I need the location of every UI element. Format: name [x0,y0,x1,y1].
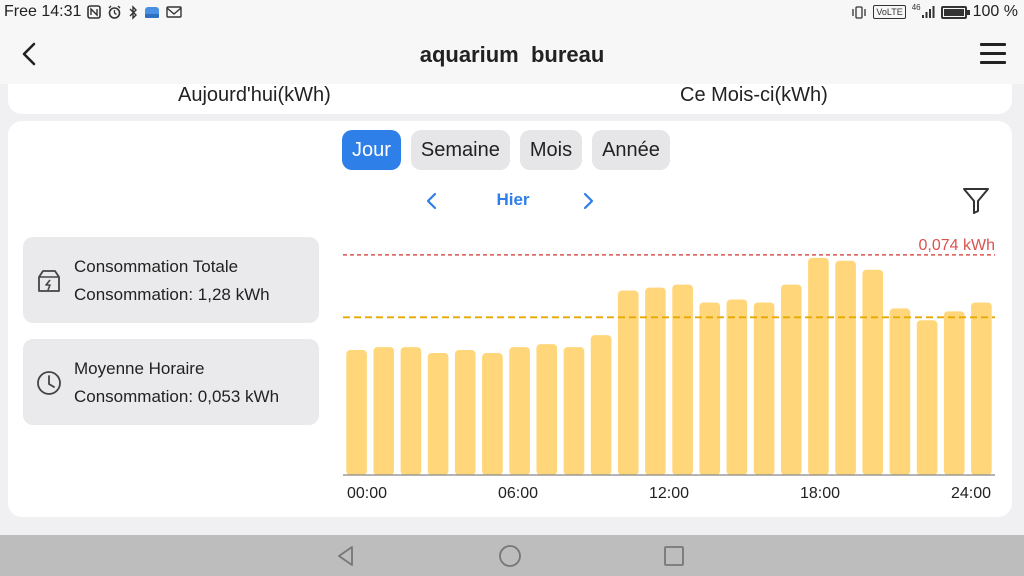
battery-fill [943,8,964,16]
alarm-icon [107,5,122,20]
chart-bar [373,347,395,475]
chart-bar [862,269,884,475]
chart-bar [943,311,965,475]
chart-bar [590,335,612,475]
battery-text: 100 % [972,3,1018,20]
consumption-card: Jour Semaine Mois Année Hier Consommatio… [8,121,1012,517]
system-nav-bar [0,535,1024,576]
chart-bar [835,260,856,475]
filter-icon[interactable] [960,185,992,217]
status-bar: Free 14:31 VoLTE 46 100 % [0,0,1024,26]
vibrate-icon [851,5,867,20]
chart-bar [454,350,476,475]
hamburger-menu-icon[interactable] [980,43,1006,65]
chart-bar [753,302,775,475]
hourly-consumption-chart: 0,074 kWh 00:00 06:00 12:00 18:00 24:00 [343,237,995,502]
tab-mois[interactable]: Mois [519,130,583,170]
stat-hourly-title: Moyenne Horaire [74,359,205,378]
chart-bar [536,344,558,475]
energy-box-icon [35,267,63,295]
chart-bar [672,284,693,475]
chart-bar [346,350,367,475]
bluetooth-icon [128,4,138,20]
date-navigator: Hier [418,187,608,215]
chart-bar [699,302,721,475]
signal-icon: 46 [911,2,935,19]
battery-icon [940,5,970,19]
tab-annee[interactable]: Année [592,130,670,170]
chart-bar [726,299,748,475]
summary-card: Aujourd'hui(kWh) Ce Mois-ci(kWh) [8,84,1012,114]
month-label: Ce Mois-ci(kWh) [680,84,828,106]
triangle-back-icon[interactable] [334,544,358,568]
period-tabs: Jour Semaine Mois Année [342,130,670,170]
chart-bar [971,302,992,475]
chart-bar [400,347,422,475]
gmail-icon [166,5,183,19]
x-tick-label: 06:00 [498,485,538,502]
x-tick-label: 00:00 [347,485,387,502]
chart-bar [482,353,503,475]
stat-hourly: Moyenne Horaire Consommation: 0,053 kWh [23,339,319,425]
stat-total-title: Consommation Totale [74,257,239,276]
stat-total: Consommation Totale Consommation: 1,28 k… [23,237,319,323]
chart-bar [509,347,530,475]
page-title: aquarium bureau [419,42,605,67]
chart-bar [645,287,666,475]
volte-indicator: VoLTE [873,5,906,19]
tab-jour[interactable]: Jour [342,130,401,170]
nfc-icon [87,5,102,19]
chart-bar [427,353,449,475]
square-recents-icon[interactable] [662,544,686,568]
tab-semaine[interactable]: Semaine [410,130,510,170]
stat-hourly-value: Consommation: 0,053 kWh [74,387,280,406]
circle-home-icon[interactable] [498,544,522,568]
x-tick-label: 12:00 [649,485,689,502]
chart-bar [780,284,802,475]
status-bar-left: Free 14:31 [4,3,183,21]
chart-bar [889,308,911,475]
chart-bar [808,257,829,475]
carrier-time: Free 14:31 [4,3,82,20]
chart-bar [563,347,585,475]
notification-icon [144,5,160,20]
chevron-right-icon[interactable] [576,189,600,213]
today-label: Aujourd'hui(kWh) [178,84,331,106]
x-tick-label: 24:00 [951,485,991,502]
clock-icon [35,369,63,397]
network-type: 46 [911,2,921,12]
chart-bar [916,320,938,475]
max-line-label: 0,074 kWh [919,237,995,254]
app-bar: aquarium bureau [0,26,1024,84]
status-bar-right: VoLTE 46 100 % [851,3,1018,21]
x-tick-label: 18:00 [800,485,840,502]
stat-total-value: Consommation: 1,28 kWh [74,285,270,304]
